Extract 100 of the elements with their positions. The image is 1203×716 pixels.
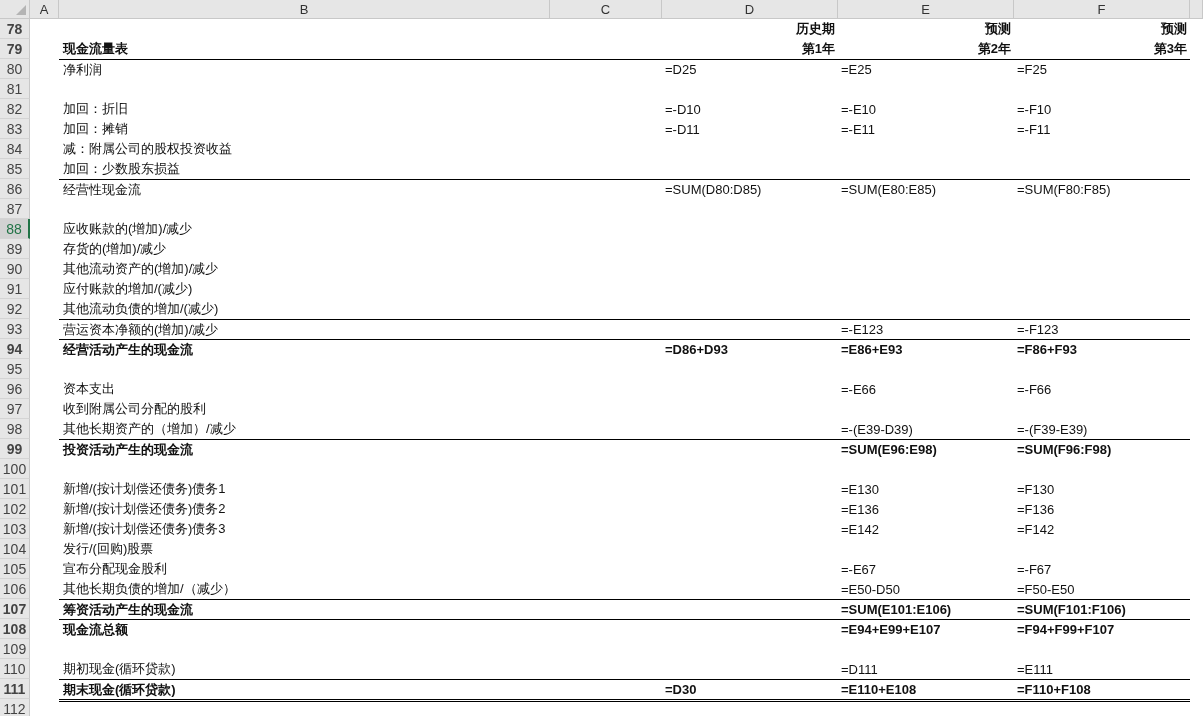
table-cell: =E142 [841,521,879,537]
row-number[interactable]: 78 [0,19,30,39]
row-number[interactable]: 110 [0,659,30,679]
row-number[interactable]: 89 [0,239,30,259]
column-header[interactable]: C [550,0,662,18]
row-number[interactable]: 108 [0,619,30,639]
row-number[interactable]: 95 [0,359,30,379]
table-cell: 营运资本净额的(增加)/减少 [62,320,219,339]
table-cell: =E110+E108 [841,682,917,697]
table-cell: 其他流动资产的(增加)/减少 [62,260,219,278]
row-number[interactable]: 85 [0,159,30,179]
table-cell: =E50-D50 [841,581,900,597]
row-number[interactable]: 98 [0,419,30,439]
row-number[interactable]: 92 [0,299,30,319]
column-header[interactable]: A [30,0,59,18]
row-number[interactable]: 109 [0,639,30,659]
table-cell: 应收账款的(增加)/减少 [62,220,193,238]
column-header[interactable]: B [59,0,550,18]
table-cell: =-D11 [665,121,700,137]
table-cell: 宣布分配现金股利 [62,560,167,578]
row-number[interactable]: 96 [0,379,30,399]
table-cell: 收到附属公司分配的股利 [62,400,206,418]
row-number[interactable]: 112 [0,699,30,716]
table-cell: =F94+F99+F107 [1017,622,1115,637]
table-cell: 预测 [1161,20,1187,38]
table-cell: 净利润 [62,60,102,79]
table-cell: 第2年 [977,40,1011,58]
row-number[interactable]: 94 [0,339,30,359]
table-cell: =-F10 [1017,101,1052,117]
table-cell: 预测 [985,20,1011,38]
row-number[interactable]: 103 [0,519,30,539]
row-number[interactable]: 111 [0,679,30,699]
row-number[interactable]: 82 [0,99,30,119]
row-number[interactable]: 87 [0,199,30,219]
table-cell: =-E10 [841,101,877,117]
row-number[interactable]: 91 [0,279,30,299]
table-cell: =SUM(E96:E98) [841,442,937,457]
table-cell: 筹资活动产生的现金流 [62,600,193,619]
table-cell: 应付账款的增加/(减少) [62,280,193,298]
table-cell: 新增/(按计划偿还债务)债务2 [62,500,226,518]
table-cell: 第3年 [1153,40,1187,58]
column-header[interactable]: E [838,0,1014,18]
table-cell: =-F67 [1017,561,1052,577]
table-cell: =D30 [665,682,697,697]
column-header[interactable]: F [1014,0,1190,18]
row-number[interactable]: 90 [0,259,30,279]
table-cell: 存货的(增加)/减少 [62,240,167,258]
row-number[interactable]: 83 [0,119,30,139]
table-cell: =SUM(E80:E85) [841,182,936,197]
table-cell: 期初现金(循环贷款) [62,660,176,678]
table-cell: =SUM(F101:F106) [1017,602,1126,617]
table-cell: =E86+E93 [841,342,903,357]
table-cell: 其他长期负债的增加/（减少） [62,580,236,598]
table-cell: 期末现金(循环贷款) [62,680,176,699]
table-cell: 发行/(回购)股票 [62,540,154,558]
row-number[interactable]: 101 [0,479,30,499]
table-cell: 加回：摊销 [62,120,128,138]
row-number[interactable]: 79 [0,39,30,59]
row-number[interactable]: 86 [0,179,30,199]
table-cell: 新增/(按计划偿还债务)债务3 [62,520,226,538]
table-cell: =SUM(E101:E106) [841,602,952,617]
table-cell: =E94+E99+E107 [841,622,941,637]
table-cell: =-E67 [841,561,877,577]
column-header[interactable]: D [662,0,838,18]
table-cell: =D86+D93 [665,342,728,357]
row-number[interactable]: 88 [0,219,30,239]
row-number[interactable]: 81 [0,79,30,99]
table-cell: 现金流总额 [62,620,128,639]
table-cell: 第1年 [801,40,835,58]
table-cell: 加回：折旧 [62,100,128,118]
table-cell: 经营活动产生的现金流 [62,340,193,359]
table-cell: 投资活动产生的现金流 [62,440,193,459]
table-cell: 历史期 [796,20,835,38]
row-number[interactable]: 105 [0,559,30,579]
table-cell: 新增/(按计划偿还债务)债务1 [62,480,226,498]
row-number[interactable]: 97 [0,399,30,419]
row-number[interactable]: 93 [0,319,30,339]
row-number[interactable]: 106 [0,579,30,599]
row-number[interactable]: 99 [0,439,30,459]
table-cell: =SUM(F96:F98) [1017,442,1112,457]
table-cell: =-F66 [1017,381,1052,397]
row-number[interactable]: 102 [0,499,30,519]
row-number[interactable]: 100 [0,459,30,479]
table-cell: =-F123 [1017,322,1059,337]
table-cell: 减：附属公司的股权投资收益 [62,140,232,158]
table-cell: =F50-E50 [1017,581,1075,597]
select-all-icon[interactable] [16,5,26,15]
table-cell: =E111 [1017,661,1054,677]
table-cell: =D25 [665,62,697,77]
table-cell: =D111 [841,661,878,677]
row-number[interactable]: 107 [0,599,30,619]
table-cell: =-F11 [1017,121,1051,137]
table-cell: =SUM(F80:F85) [1017,182,1111,197]
row-number[interactable]: 104 [0,539,30,559]
row-number[interactable]: 80 [0,59,30,79]
row-number[interactable]: 84 [0,139,30,159]
table-cell: =E130 [841,481,879,497]
table-cell: =F86+F93 [1017,342,1077,357]
table-cell: =F130 [1017,481,1055,497]
table-cell: 加回：少数股东损益 [62,160,180,178]
